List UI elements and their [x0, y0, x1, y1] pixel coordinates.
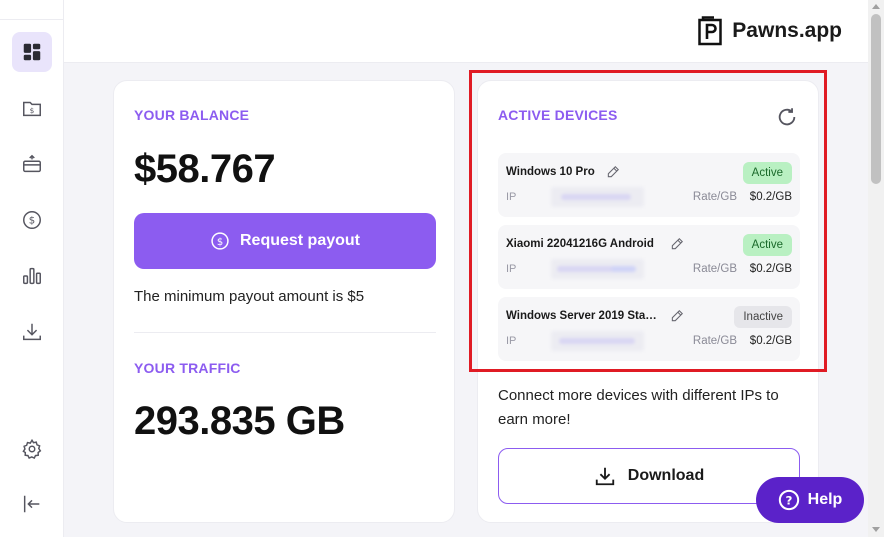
- device-row[interactable]: Xiaomi 22041216G Android Active IP Rate/…: [498, 225, 800, 289]
- sidebar-item-stats[interactable]: [12, 256, 52, 296]
- device-row[interactable]: Windows Server 2019 Standard Inactive IP…: [498, 297, 800, 361]
- connect-devices-text: Connect more devices with different IPs …: [498, 387, 779, 428]
- request-payout-label: Request payout: [239, 232, 360, 249]
- svg-text:?: ?: [785, 494, 792, 508]
- help-circle-icon: ?: [778, 489, 799, 511]
- download-label: Download: [627, 467, 705, 484]
- device-name: Windows Server 2019 Standard: [506, 310, 660, 322]
- pencil-icon[interactable]: [670, 309, 684, 323]
- payout-icon: [23, 154, 41, 173]
- bar-chart-icon: [23, 267, 41, 285]
- page-scrollbar[interactable]: [868, 0, 884, 537]
- card-divider: [134, 332, 436, 333]
- dashboard-icon: [23, 43, 41, 61]
- blurred-ip: [551, 187, 644, 207]
- gear-icon: [22, 438, 42, 460]
- download-icon: [595, 467, 614, 486]
- brand-logo[interactable]: Pawns.app: [698, 16, 842, 46]
- balance-card: YOUR BALANCE $58.767 $ Request payout Th…: [113, 80, 455, 523]
- balance-label: YOUR BALANCE: [134, 107, 250, 123]
- help-label: Help: [807, 491, 843, 508]
- ip-label: IP: [506, 335, 517, 347]
- sidebar-item-settings[interactable]: [12, 429, 52, 469]
- active-devices-card: ACTIVE DEVICES Windows 10 Pro Active IP …: [477, 80, 819, 523]
- refresh-icon[interactable]: [776, 106, 798, 128]
- scroll-down-arrow-icon[interactable]: [872, 527, 880, 532]
- rate-label: Rate/GB: [692, 335, 737, 347]
- sidebar: $ $: [0, 0, 64, 537]
- scroll-up-arrow-icon[interactable]: [872, 4, 880, 9]
- dollar-circle-icon: $: [23, 211, 41, 229]
- traffic-label: YOUR TRAFFIC: [134, 360, 241, 376]
- blurred-ip: [551, 331, 644, 351]
- sidebar-item-payout[interactable]: [12, 144, 52, 184]
- request-payout-button[interactable]: $ Request payout: [134, 213, 436, 269]
- wallet-icon: $: [23, 101, 41, 117]
- status-badge: Active: [742, 234, 792, 256]
- download-icon: [23, 323, 41, 341]
- rate-label: Rate/GB: [692, 263, 737, 275]
- top-header: Pawns.app: [64, 0, 884, 63]
- minimum-payout-text: The minimum payout amount is $5: [134, 288, 365, 305]
- ip-label: IP: [506, 263, 517, 275]
- sidebar-item-earnings[interactable]: $: [12, 200, 52, 240]
- rate-value: $0.2/GB: [749, 263, 792, 275]
- sidebar-item-wallet[interactable]: $: [12, 88, 52, 128]
- rate-value: $0.2/GB: [749, 335, 792, 347]
- svg-text:$: $: [30, 106, 35, 115]
- traffic-amount: 293.835 GB: [134, 399, 345, 443]
- pencil-icon[interactable]: [670, 237, 684, 251]
- status-badge: Inactive: [734, 306, 792, 328]
- active-devices-label: ACTIVE DEVICES: [498, 107, 618, 123]
- device-row[interactable]: Windows 10 Pro Active IP Rate/GB $0.2/GB: [498, 153, 800, 217]
- download-button[interactable]: Download: [498, 448, 800, 504]
- sidebar-item-download[interactable]: [12, 312, 52, 352]
- svg-text:$: $: [29, 216, 35, 227]
- svg-text:$: $: [217, 237, 223, 248]
- device-name: Xiaomi 22041216G Android: [506, 238, 654, 250]
- sidebar-item-dashboard[interactable]: [12, 32, 52, 72]
- pawns-logo-icon: [698, 16, 723, 46]
- pencil-icon[interactable]: [606, 165, 620, 179]
- logout-icon: [23, 495, 40, 513]
- rate-value: $0.2/GB: [749, 191, 792, 203]
- blurred-ip: [551, 259, 644, 279]
- help-button[interactable]: ? Help: [756, 477, 864, 523]
- rate-label: Rate/GB: [692, 191, 737, 203]
- status-badge: Active: [742, 162, 792, 184]
- scroll-thumb[interactable]: [871, 14, 881, 184]
- balance-amount: $58.767: [134, 147, 276, 191]
- device-name: Windows 10 Pro: [506, 166, 595, 178]
- ip-label: IP: [506, 191, 517, 203]
- sidebar-divider: [0, 19, 64, 20]
- dollar-circle-icon: $: [211, 232, 229, 250]
- brand-name: Pawns.app: [732, 19, 842, 42]
- sidebar-item-logout[interactable]: [12, 484, 52, 524]
